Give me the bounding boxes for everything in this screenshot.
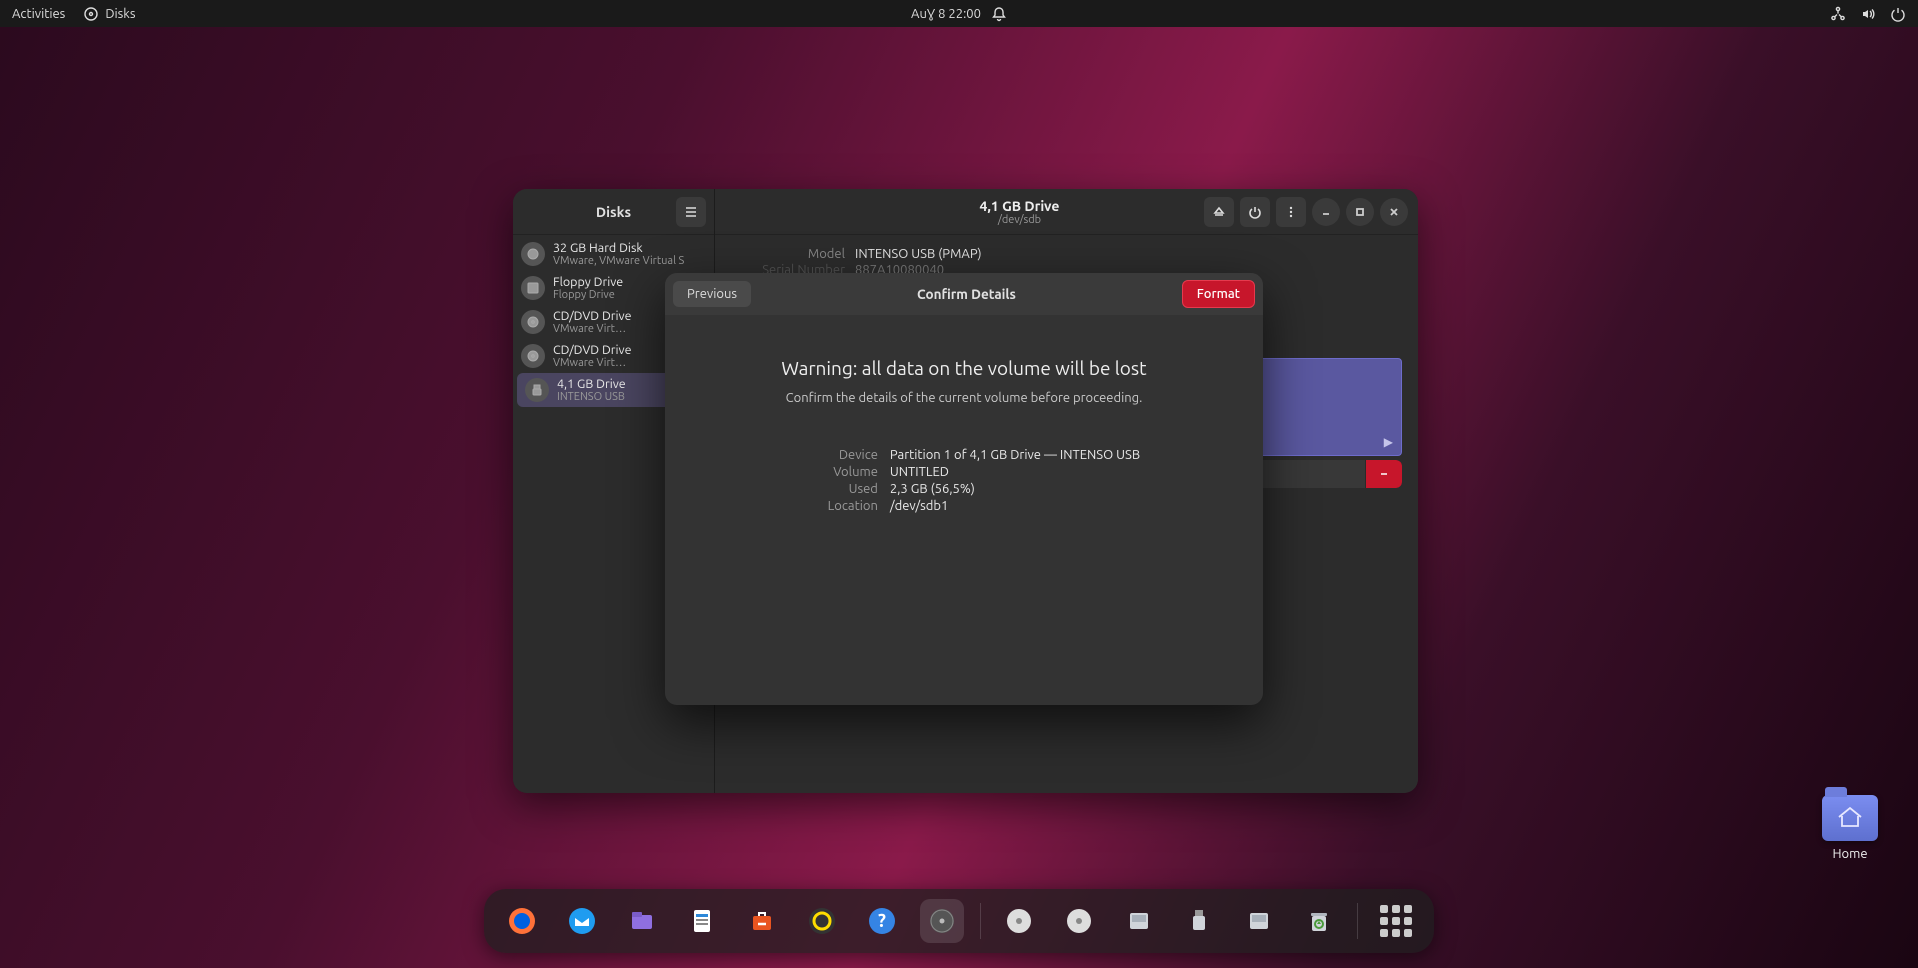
floppy-icon: [521, 276, 545, 300]
device-value: Partition 1 of 4,1 GB Drive — INTENSO US…: [890, 448, 1140, 462]
app-indicator-label: Disks: [105, 7, 135, 21]
device-sub: INTENSO USB: [557, 391, 626, 403]
model-value: INTENSO USB (PMAP): [855, 247, 982, 261]
cd-icon: [521, 344, 545, 368]
notification-icon[interactable]: [991, 6, 1007, 22]
used-value: 2,3 GB (56,5%): [890, 482, 975, 496]
dock-mounted-drive2[interactable]: [1237, 899, 1281, 943]
device-title: 4,1 GB Drive: [557, 377, 626, 391]
dock-mounted-drive1[interactable]: [1117, 899, 1161, 943]
dock-separator-2: [1357, 903, 1358, 939]
desktop-home-label: Home: [1822, 847, 1878, 861]
dock-software[interactable]: [740, 899, 784, 943]
dock-firefox[interactable]: [500, 899, 544, 943]
header-bar: 4,1 GB Drive /dev/sdb: [715, 189, 1418, 235]
dialog-title: Confirm Details: [917, 286, 1016, 302]
clock[interactable]: Auɣ 8 22:00: [911, 7, 981, 21]
close-button[interactable]: [1380, 198, 1408, 226]
header-subtitle: /dev/sdb: [835, 214, 1204, 226]
device-title: CD/DVD Drive: [553, 309, 632, 323]
dock-libreoffice[interactable]: [680, 899, 724, 943]
dock-disks[interactable]: [920, 899, 964, 943]
power-icon[interactable]: [1890, 6, 1906, 22]
location-value: /dev/sdb1: [890, 499, 948, 513]
volume-label: Volume: [788, 465, 878, 479]
device-label: Device: [788, 448, 878, 462]
dock: ?: [484, 889, 1434, 953]
dock-separator: [980, 903, 981, 939]
dock-mounted-usb[interactable]: [1177, 899, 1221, 943]
volume-icon[interactable]: [1860, 6, 1876, 22]
model-label: Model: [735, 247, 845, 261]
device-sub: VMware, VMware Virtual S: [553, 255, 684, 267]
device-title: Floppy Drive: [553, 275, 623, 289]
dock-files[interactable]: [620, 899, 664, 943]
warning-heading: Warning: all data on the volume will be …: [679, 357, 1249, 379]
dock-thunderbird[interactable]: [560, 899, 604, 943]
svg-text:?: ?: [878, 911, 886, 931]
dock-mounted-cd2[interactable]: [1057, 899, 1101, 943]
volume-value: UNTITLED: [890, 465, 949, 479]
maximize-button[interactable]: [1346, 198, 1374, 226]
mount-indicator-icon: ▶: [1384, 435, 1393, 449]
cd-icon: [521, 310, 545, 334]
device-title: 32 GB Hard Disk: [553, 241, 684, 255]
device-title: CD/DVD Drive: [553, 343, 632, 357]
drive-menu-button[interactable]: [1276, 197, 1306, 227]
app-indicator[interactable]: Disks: [83, 6, 135, 22]
network-icon[interactable]: [1830, 6, 1846, 22]
activities-button[interactable]: Activities: [12, 7, 65, 21]
warning-sub: Confirm the details of the current volum…: [679, 391, 1249, 405]
dock-show-apps[interactable]: [1374, 899, 1418, 943]
used-label: Used: [788, 482, 878, 496]
device-sub: VMware Virt…: [553, 323, 632, 335]
device-row-hdd[interactable]: 32 GB Hard DiskVMware, VMware Virtual S: [513, 237, 714, 271]
dock-trash[interactable]: [1297, 899, 1341, 943]
dock-rhythmbox[interactable]: [800, 899, 844, 943]
device-sub: Floppy Drive: [553, 289, 623, 301]
desktop-home-icon[interactable]: Home: [1822, 795, 1878, 861]
power-off-button[interactable]: [1240, 197, 1270, 227]
app-menu-button[interactable]: [676, 197, 706, 227]
location-label: Location: [788, 499, 878, 513]
usb-icon: [525, 378, 549, 402]
confirm-details-dialog: Previous Confirm Details Format Warning:…: [665, 273, 1263, 705]
delete-partition-button[interactable]: [1366, 460, 1402, 488]
dock-mounted-cd1[interactable]: [997, 899, 1041, 943]
minimize-button[interactable]: [1312, 198, 1340, 226]
header-title: 4,1 GB Drive: [835, 198, 1204, 214]
previous-button[interactable]: Previous: [673, 281, 751, 307]
hdd-icon: [521, 242, 545, 266]
sidebar-title: Disks: [596, 204, 631, 220]
top-bar: Activities Disks Auɣ 8 22:00: [0, 0, 1918, 27]
eject-button[interactable]: [1204, 197, 1234, 227]
device-sub: VMware Virt…: [553, 357, 632, 369]
dock-help[interactable]: ?: [860, 899, 904, 943]
disks-icon: [83, 6, 99, 22]
format-button[interactable]: Format: [1182, 280, 1255, 308]
